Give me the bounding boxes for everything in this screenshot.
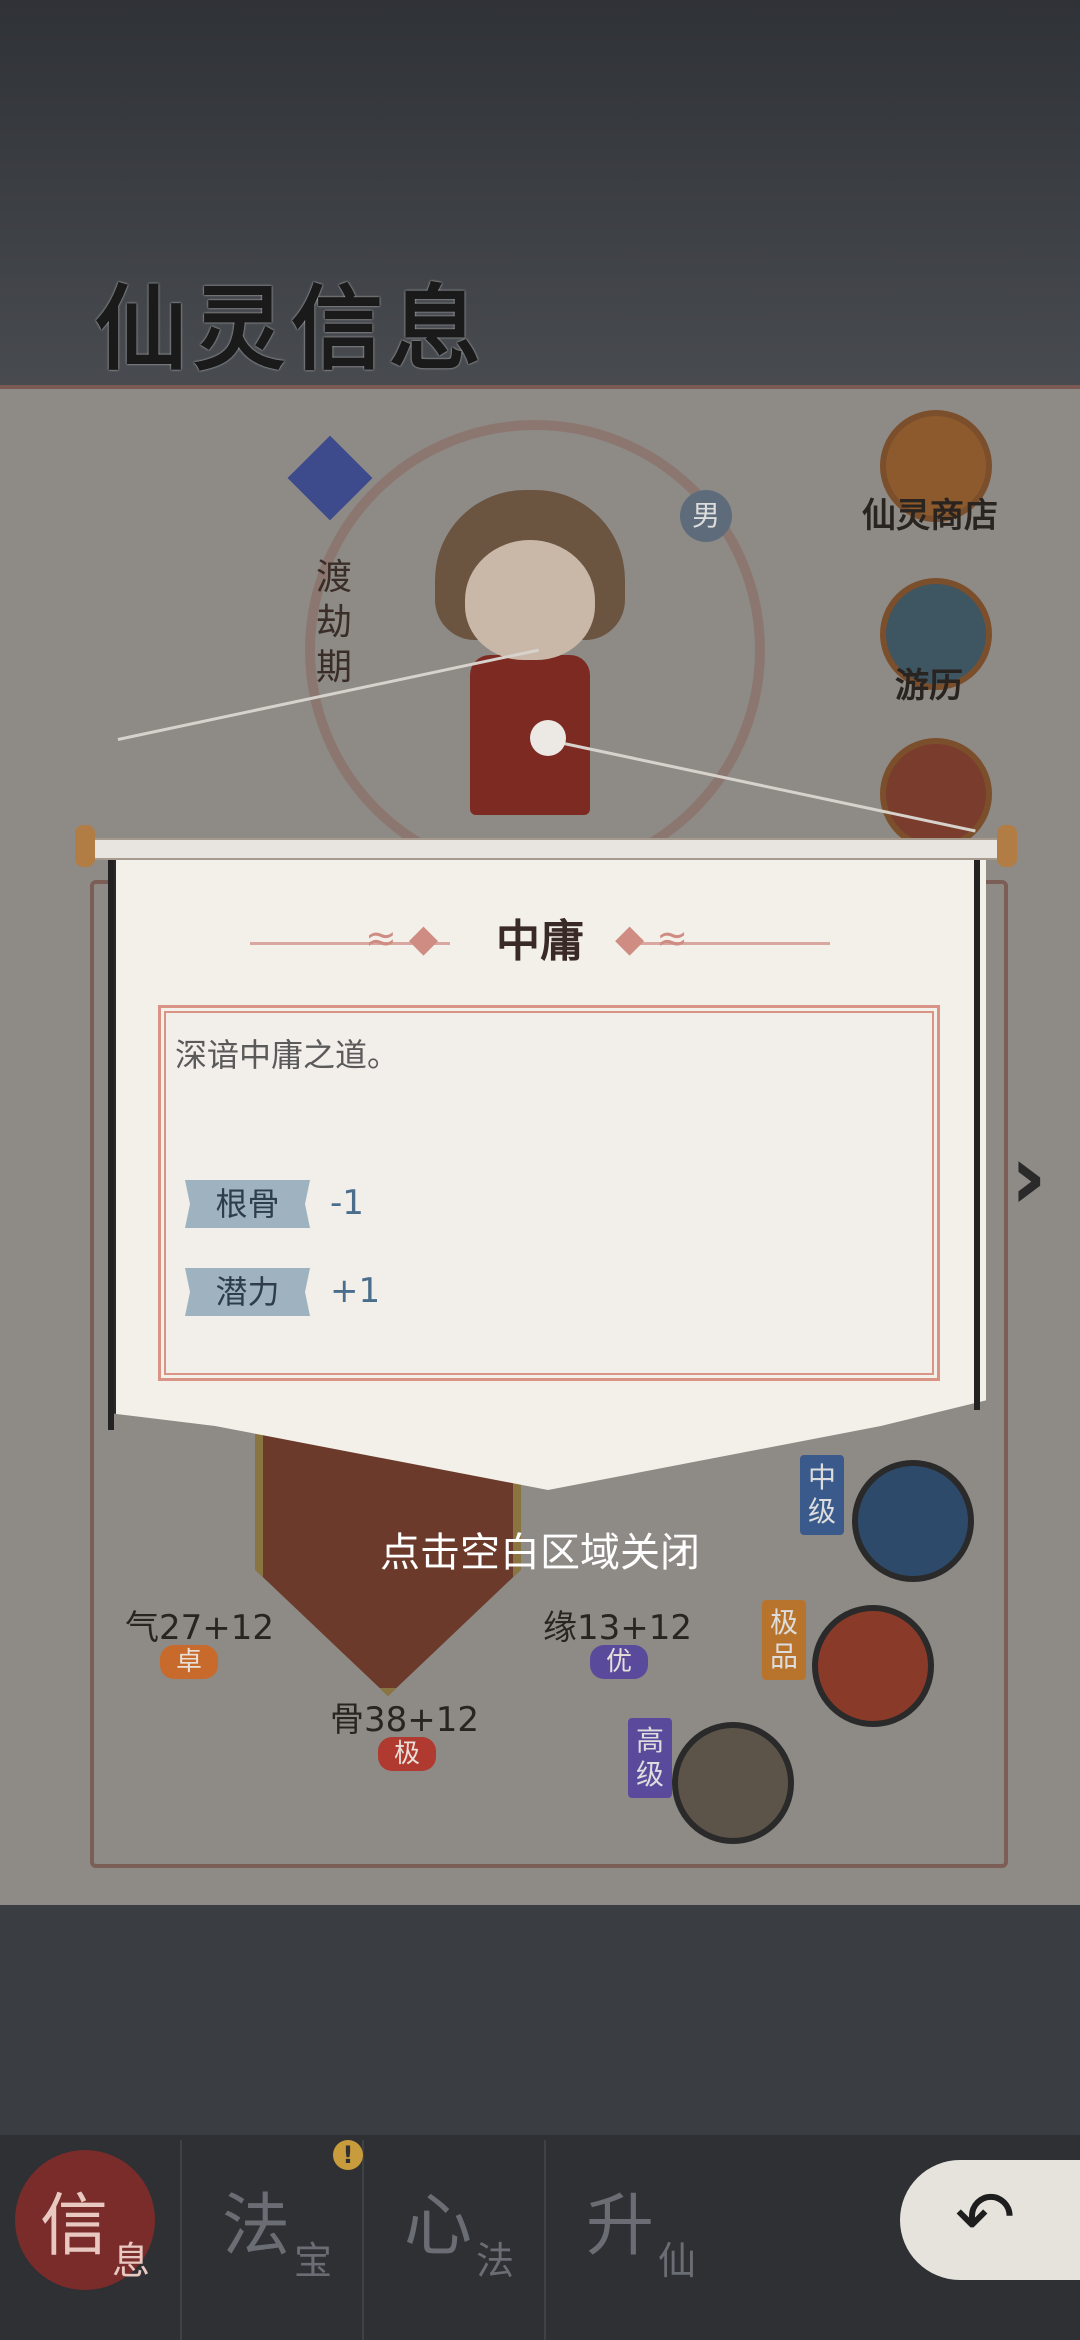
shop-label[interactable]: 仙灵商店: [862, 488, 998, 537]
tab-ascend-main: 升: [586, 2187, 655, 2266]
tab-treasure-main: 法: [222, 2187, 291, 2266]
attr-label-genggu: 根骨: [185, 1180, 310, 1228]
character-face: [465, 540, 595, 660]
attr-value-genggu: -1: [330, 1183, 364, 1223]
skill-mountain-icon[interactable]: [672, 1722, 794, 1844]
scroll-rod: [80, 838, 1014, 860]
bottom-background: [0, 1905, 1080, 2135]
page-title: 仙灵信息: [95, 275, 488, 383]
skill-tier-premium: 极品: [762, 1600, 806, 1680]
tab-ascend-sub: 仙: [658, 2239, 697, 2283]
skill-tier-advanced: 高级: [628, 1718, 672, 1798]
tab-heart-method[interactable]: 心 法: [364, 2140, 546, 2340]
tab-info-main: 信: [40, 2187, 109, 2266]
skill-fire-icon[interactable]: [812, 1605, 934, 1727]
back-button[interactable]: ↶: [900, 2160, 1080, 2280]
tab-ascend[interactable]: 升 仙: [546, 2140, 726, 2340]
tab-treasure[interactable]: 法 宝: [182, 2140, 364, 2340]
popup-title: 中庸: [496, 916, 584, 967]
gender-badge: 男: [680, 490, 732, 542]
scroll-knob: [530, 720, 566, 756]
attr-value-qianli: +1: [330, 1271, 381, 1311]
back-arrow-icon: ↶: [955, 2175, 1016, 2259]
close-hint[interactable]: 点击空白区域关闭: [0, 1520, 1080, 1578]
tab-heart-method-main: 心: [404, 2187, 473, 2266]
alert-icon: !: [333, 2140, 363, 2170]
tab-heart-method-sub: 法: [476, 2239, 515, 2283]
attr-label-qianli: 潜力: [185, 1268, 310, 1316]
side-button-third[interactable]: [880, 738, 992, 850]
chevron-right-icon[interactable]: ›: [1010, 1125, 1047, 1230]
stat-yuan-grade: 优: [590, 1645, 649, 1679]
stat-yuan: 缘13+12: [543, 1608, 693, 1648]
tab-info[interactable]: 信 息: [0, 2140, 182, 2340]
popup-description: 深谙中庸之道。: [175, 1036, 400, 1074]
rod-end-right: [997, 825, 1017, 867]
travel-label[interactable]: 游历: [895, 658, 963, 707]
tab-info-sub: 息: [112, 2239, 151, 2283]
realm-label: 渡劫期: [315, 557, 352, 688]
rod-end-left: [75, 825, 95, 867]
stat-gu-grade: 极: [378, 1737, 437, 1771]
stat-qi: 气27+12: [125, 1608, 275, 1648]
stat-gu: 骨38+12: [330, 1700, 480, 1740]
stat-qi-grade: 卓: [160, 1645, 219, 1679]
tab-treasure-sub: 宝: [294, 2239, 333, 2283]
